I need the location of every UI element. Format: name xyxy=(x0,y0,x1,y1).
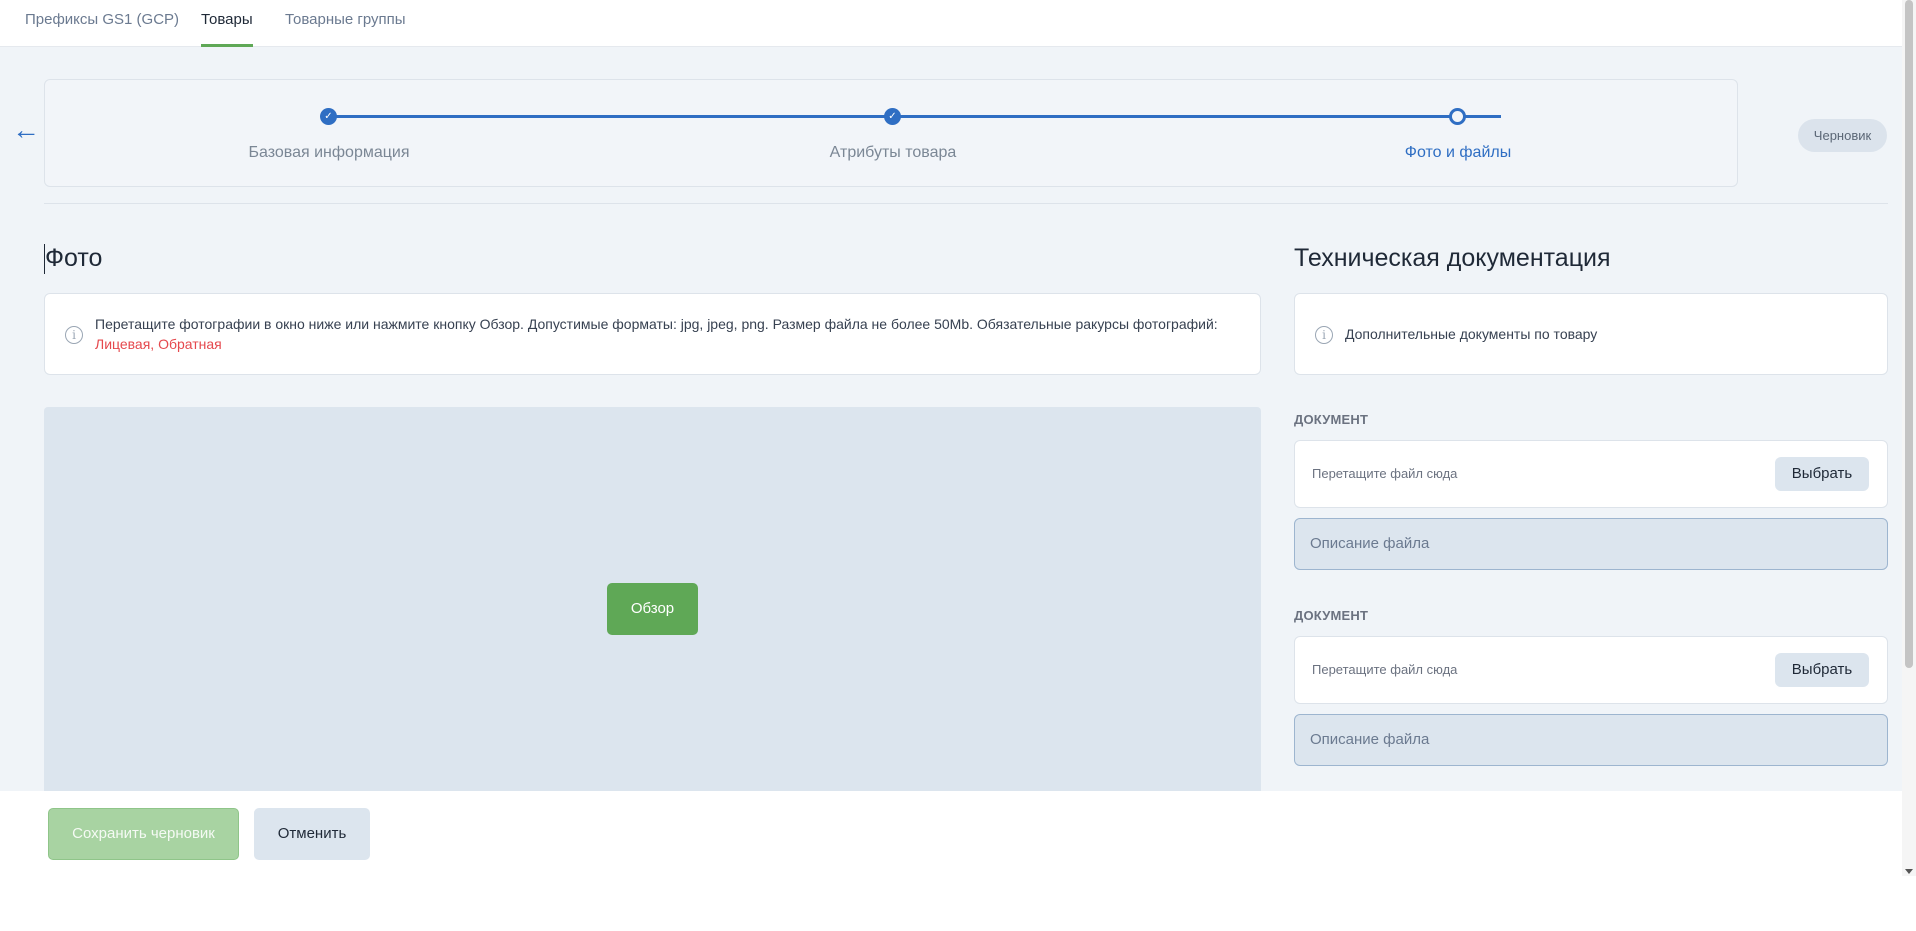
step-label-photos-files[interactable]: Фото и файлы xyxy=(1405,144,1511,162)
choose-file-button[interactable]: Выбрать xyxy=(1775,653,1869,687)
choose-file-button[interactable]: Выбрать xyxy=(1775,457,1869,491)
photo-info-text: Перетащите фотографии в окно ниже или на… xyxy=(95,316,1218,352)
step-label-attributes[interactable]: Атрибуты товара xyxy=(830,144,957,162)
document-title: ДОКУМЕНТ xyxy=(1294,608,1369,623)
file-description-input[interactable]: Описание файла xyxy=(1294,714,1888,766)
step-done-check-icon[interactable]: ✓ xyxy=(884,108,901,125)
tech-docs-info-text: Дополнительные документы по товару xyxy=(1345,326,1598,342)
file-dropzone[interactable]: Перетащите файл сюда Выбрать xyxy=(1294,440,1888,508)
photo-section-title: Фото xyxy=(45,244,103,272)
tab-gs1-prefixes[interactable]: Префиксы GS1 (GCP) xyxy=(25,11,179,47)
step-label-basic-info[interactable]: Базовая информация xyxy=(249,144,410,162)
stepper-line xyxy=(328,115,1501,118)
file-dropzone[interactable]: Перетащите файл сюда Выбрать xyxy=(1294,636,1888,704)
required-angles: Лицевая, Обратная xyxy=(95,336,222,352)
step-done-check-icon[interactable]: ✓ xyxy=(320,108,337,125)
browse-button[interactable]: Обзор xyxy=(607,583,698,635)
tech-docs-title: Техническая документация xyxy=(1294,244,1611,272)
photo-info-box: i Перетащите фотографии в окно ниже или … xyxy=(44,293,1261,375)
vertical-scrollbar[interactable] xyxy=(1902,0,1916,876)
back-arrow-icon[interactable]: ← xyxy=(12,116,42,144)
cancel-button[interactable]: Отменить xyxy=(254,808,370,860)
tab-product-groups[interactable]: Товарные группы xyxy=(285,11,406,47)
scroll-down-arrow-icon[interactable] xyxy=(1905,869,1913,874)
footer-action-bar: Сохранить черновик Отменить xyxy=(0,791,1902,931)
file-drop-hint: Перетащите файл сюда xyxy=(1312,466,1458,481)
file-drop-hint: Перетащите файл сюда xyxy=(1312,662,1458,677)
status-badge: Черновик xyxy=(1798,119,1887,152)
info-icon: i xyxy=(65,326,83,344)
divider xyxy=(44,203,1888,204)
main-content: ← ✓ ✓ Базовая информация Атрибуты товара… xyxy=(0,47,1902,791)
info-icon: i xyxy=(1315,326,1333,344)
tab-products[interactable]: Товары xyxy=(201,11,253,47)
scrollbar-thumb[interactable] xyxy=(1905,0,1913,668)
file-description-input[interactable]: Описание файла xyxy=(1294,518,1888,570)
stepper: ✓ ✓ Базовая информация Атрибуты товара Ф… xyxy=(44,79,1738,187)
tech-docs-info-box: i Дополнительные документы по товару xyxy=(1294,293,1888,375)
document-title: ДОКУМЕНТ xyxy=(1294,412,1369,427)
top-nav: Префиксы GS1 (GCP) Товары Товарные групп… xyxy=(0,0,1902,47)
step-current-icon[interactable] xyxy=(1449,108,1466,125)
save-draft-button[interactable]: Сохранить черновик xyxy=(48,808,239,860)
